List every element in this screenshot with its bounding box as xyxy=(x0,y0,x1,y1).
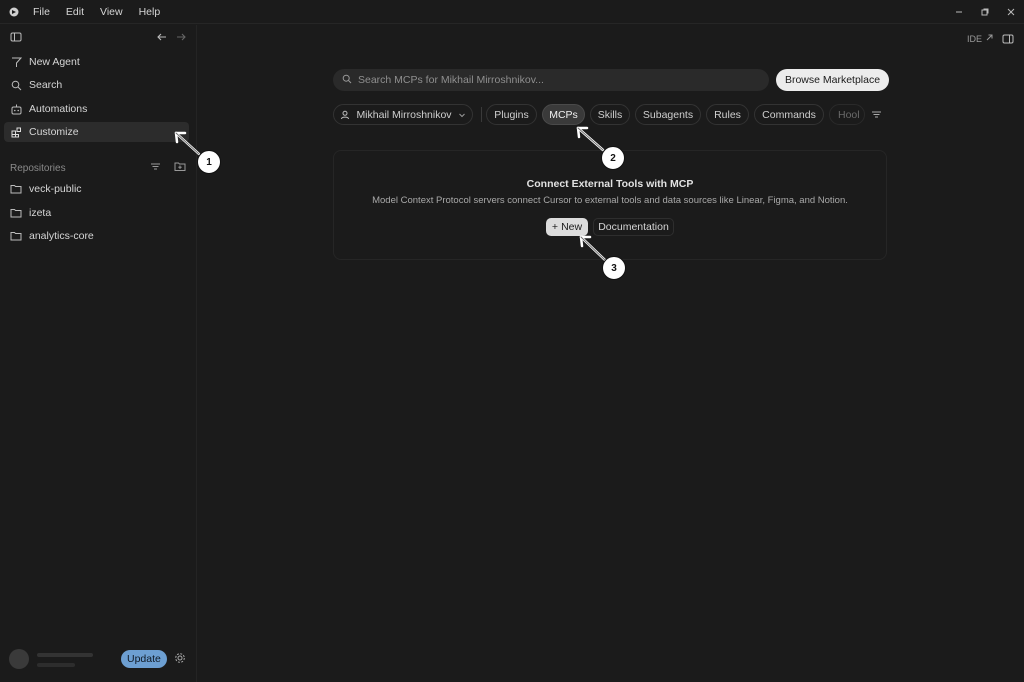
sidebar: New Agent Search Automations Customize R… xyxy=(0,25,197,682)
sidebar-item-label: Customize xyxy=(29,126,79,138)
repo-label: izeta xyxy=(29,207,52,219)
avatar[interactable] xyxy=(9,649,29,669)
repo-item[interactable]: izeta xyxy=(4,203,189,223)
plus-icon: + xyxy=(551,221,559,233)
menu-view[interactable]: View xyxy=(100,6,123,18)
tab-subagents[interactable]: Subagents xyxy=(635,104,701,125)
forward-arrow-icon[interactable] xyxy=(175,31,187,46)
folder-icon xyxy=(10,183,22,195)
sidebar-item-new-agent[interactable]: New Agent xyxy=(4,52,189,72)
search-bar[interactable] xyxy=(333,69,769,91)
customize-icon xyxy=(10,126,22,138)
tab-mcps[interactable]: MCPs xyxy=(542,104,585,125)
new-mcp-button[interactable]: + New xyxy=(546,218,588,236)
automations-icon xyxy=(10,103,22,115)
folder-icon xyxy=(10,230,22,242)
external-link-icon xyxy=(985,33,994,44)
username-placeholder xyxy=(37,653,93,657)
tab-plugins[interactable]: Plugins xyxy=(486,104,537,125)
search-icon xyxy=(342,74,352,87)
restore-button[interactable] xyxy=(972,0,998,24)
card-description: Model Context Protocol servers connect C… xyxy=(372,195,848,206)
browse-marketplace-button[interactable]: Browse Marketplace xyxy=(776,69,889,91)
repo-label: analytics-core xyxy=(29,230,94,242)
tab-hooks[interactable]: Hool xyxy=(829,104,865,125)
title-bar: File Edit View Help xyxy=(0,0,1024,24)
sidebar-item-label: New Agent xyxy=(29,56,80,68)
filter-icon[interactable] xyxy=(150,161,161,175)
documentation-button[interactable]: Documentation xyxy=(593,218,674,236)
add-folder-icon[interactable] xyxy=(174,161,186,175)
callout-badge-1: 1 xyxy=(197,150,221,174)
repo-label: veck-public xyxy=(29,183,82,195)
chip-divider xyxy=(481,107,482,122)
user-selector[interactable]: Mikhail Mirroshnikov xyxy=(333,104,473,125)
filter-icon[interactable] xyxy=(871,109,882,123)
menu-help[interactable]: Help xyxy=(139,6,161,18)
gear-icon[interactable] xyxy=(174,652,186,667)
repo-item[interactable]: veck-public xyxy=(4,179,189,199)
ide-label: IDE xyxy=(966,33,982,44)
window-controls xyxy=(946,0,1024,24)
sidebar-toolbar xyxy=(0,31,197,45)
search-input[interactable] xyxy=(358,74,758,86)
sidebar-footer: Update xyxy=(0,649,197,669)
sidebar-item-label: Automations xyxy=(29,103,88,115)
sidebar-item-search[interactable]: Search xyxy=(4,75,189,95)
minimize-button[interactable] xyxy=(946,0,972,24)
sidebar-item-automations[interactable]: Automations xyxy=(4,99,189,119)
app-logo-icon xyxy=(9,7,19,17)
update-button[interactable]: Update xyxy=(121,650,167,668)
main-content: IDE Browse Marketplace Mikhail Mirroshni… xyxy=(198,25,1024,682)
callout-badge-3: 3 xyxy=(602,256,626,280)
sidebar-toggle-icon[interactable] xyxy=(10,31,22,46)
card-title: Connect External Tools with MCP xyxy=(526,178,694,190)
new-agent-icon xyxy=(10,56,22,68)
menu-edit[interactable]: Edit xyxy=(66,6,84,18)
folder-icon xyxy=(10,207,22,219)
sidebar-item-customize[interactable]: Customize xyxy=(4,122,189,142)
back-arrow-icon[interactable] xyxy=(156,31,168,46)
search-icon xyxy=(10,79,22,91)
tab-rules[interactable]: Rules xyxy=(706,104,749,125)
sidebar-item-label: Search xyxy=(29,79,63,91)
repositories-label: Repositories xyxy=(10,162,66,174)
chevron-down-icon xyxy=(458,111,466,119)
callout-badge-2: 2 xyxy=(601,146,625,170)
close-button[interactable] xyxy=(998,0,1024,24)
tab-skills[interactable]: Skills xyxy=(590,104,630,125)
repo-item[interactable]: analytics-core xyxy=(4,226,189,246)
tab-commands[interactable]: Commands xyxy=(754,104,824,125)
new-label: New xyxy=(561,221,583,233)
email-placeholder xyxy=(37,663,75,667)
menu-file[interactable]: File xyxy=(33,6,50,18)
panel-toggle-icon[interactable] xyxy=(1002,33,1014,48)
user-icon xyxy=(340,110,350,120)
ide-button[interactable]: IDE xyxy=(967,33,994,44)
repositories-header: Repositories xyxy=(10,161,188,175)
user-chip-label: Mikhail Mirroshnikov xyxy=(356,108,452,121)
